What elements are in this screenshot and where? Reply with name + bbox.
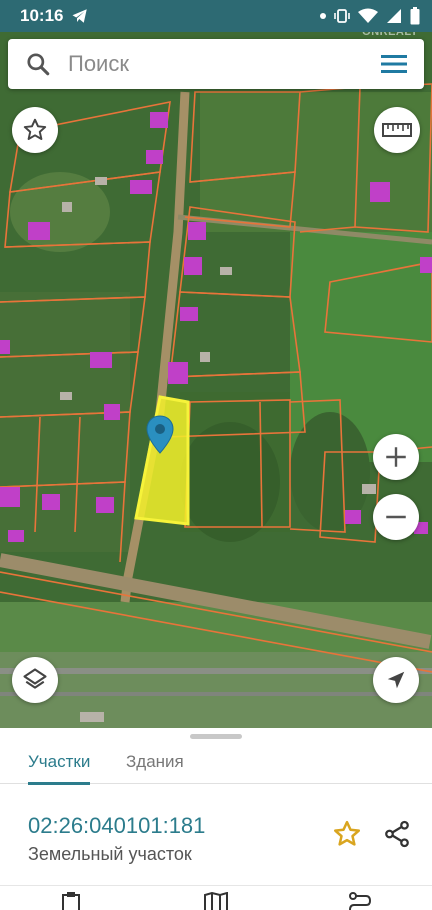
star-outline-icon [23,118,47,140]
tab-parcels[interactable]: Участки [28,740,91,785]
cadastral-number[interactable]: 02:26:040101:181 [28,813,205,839]
minus-icon [386,515,406,519]
layers-button[interactable] [12,657,58,703]
search-input[interactable] [68,51,364,77]
signal-icon [387,9,401,23]
clipboard-icon[interactable] [60,892,82,910]
status-bar: 10:16 [0,0,432,32]
sheet-drag-handle[interactable] [190,734,242,739]
map-icon[interactable] [204,892,228,910]
map-canvas [0,32,432,728]
bottom-sheet[interactable]: Участки Здания 02:26:040101:181 Земельны… [0,728,432,910]
vibrate-icon [334,9,350,23]
my-location-button[interactable] [373,657,419,703]
navigation-arrow-icon [387,671,405,689]
tab-parcels-label: Участки [28,752,91,771]
share-icon[interactable] [382,819,412,849]
bottom-navigation [0,885,432,910]
favorites-button[interactable] [12,107,58,153]
status-time: 10:16 [20,6,64,25]
battery-icon [410,7,420,25]
search-bar[interactable] [8,39,424,89]
star-icon[interactable] [332,819,362,849]
plus-icon [386,447,406,467]
wifi-icon [358,8,378,23]
layers-icon [23,668,47,689]
hamburger-menu-icon[interactable] [379,52,409,76]
search-icon[interactable] [25,51,51,77]
zoom-out-button[interactable] [373,494,419,540]
tab-buildings-label: Здания [126,752,184,771]
app-screen: { "status_bar": { "time": "10:16" }, "wa… [0,0,432,910]
map-pin-icon[interactable] [146,415,174,455]
ruler-button[interactable] [374,107,420,153]
route-icon[interactable] [348,892,372,910]
zoom-in-button[interactable] [373,434,419,480]
telegram-icon [72,9,88,23]
parcel-list-item[interactable]: 02:26:040101:181 Земельный участок [0,785,432,885]
ruler-icon [382,123,412,137]
tab-buildings[interactable]: Здания [126,740,184,784]
satellite-map[interactable] [0,32,432,728]
tab-bar: Участки Здания [0,740,432,785]
notification-dot-icon [320,13,326,19]
parcel-type: Земельный участок [28,844,192,864]
